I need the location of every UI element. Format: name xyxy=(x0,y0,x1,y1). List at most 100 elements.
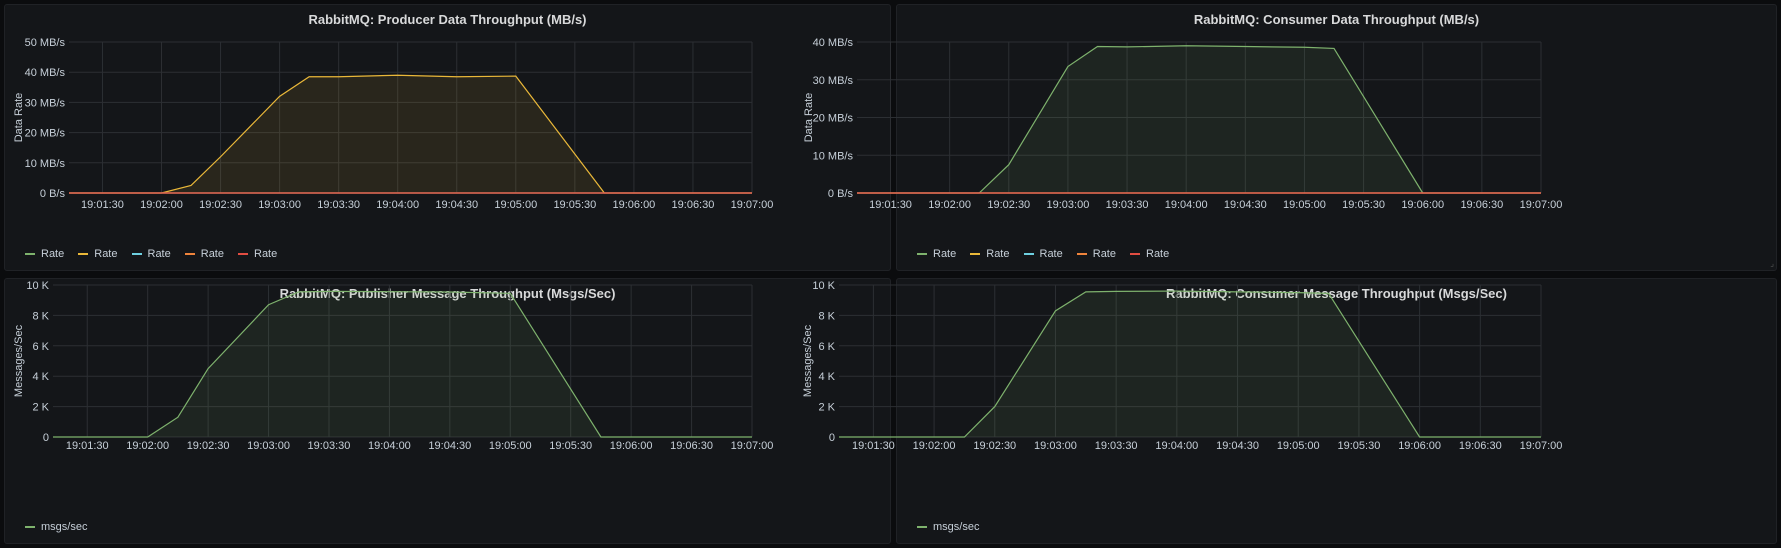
y-axis-label: Data Rate xyxy=(13,93,25,143)
legend-swatch xyxy=(1076,253,1087,255)
x-tick-label: 19:06:00 xyxy=(1398,440,1441,452)
legend-label: msgs/sec xyxy=(933,521,980,533)
x-tick-label: 19:02:00 xyxy=(928,199,971,211)
legend-item[interactable]: Rate xyxy=(131,248,171,260)
y-tick-label: 20 MB/s xyxy=(25,128,66,140)
series-area-0 xyxy=(839,291,1541,437)
y-tick-label: 10 MB/s xyxy=(813,150,854,162)
resize-handle[interactable]: ⌟ xyxy=(1770,259,1774,268)
x-tick-label: 19:04:00 xyxy=(1165,199,1208,211)
x-tick-label: 19:02:00 xyxy=(140,199,183,211)
x-tick-label: 19:05:30 xyxy=(1342,199,1385,211)
y-tick-label: 40 MB/s xyxy=(813,37,854,49)
x-tick-label: 19:01:30 xyxy=(852,440,895,452)
x-tick-label: 19:04:00 xyxy=(376,199,419,211)
x-tick-label: 19:03:30 xyxy=(308,440,351,452)
x-tick-label: 19:04:00 xyxy=(1155,440,1198,452)
x-tick-label: 19:07:00 xyxy=(731,440,774,452)
legend-label: Rate xyxy=(147,248,171,260)
y-axis-label: Data Rate xyxy=(803,93,815,143)
legend-label: Rate xyxy=(1092,248,1116,260)
x-tick-label: 19:05:30 xyxy=(549,440,592,452)
x-tick-label: 19:03:00 xyxy=(247,440,290,452)
legend-swatch xyxy=(1023,253,1034,255)
y-axis-label: Messages/Sec xyxy=(802,324,814,397)
legend-item[interactable]: Rate xyxy=(184,248,224,260)
x-tick-label: 19:02:30 xyxy=(987,199,1030,211)
legend-item[interactable]: Rate xyxy=(1130,248,1169,260)
legend-swatch xyxy=(25,253,35,255)
legend-item[interactable]: Rate xyxy=(238,248,277,260)
x-tick-label: 19:06:30 xyxy=(1460,199,1503,211)
legend-swatch xyxy=(131,253,142,255)
chart-producer-data: 0 B/s 10 MB/s 20 MB/s 30 MB/s 40 MB/s 50 MB/s… xyxy=(13,37,773,211)
y-tick-label: 20 MB/s xyxy=(813,113,854,125)
legend-swatch xyxy=(970,253,981,255)
y-tick-label: 4 K xyxy=(818,371,835,383)
y-tick-label: 30 MB/s xyxy=(25,97,66,109)
series-area-1 xyxy=(69,75,752,193)
legend-item[interactable]: Rate xyxy=(1023,248,1063,260)
legend-swatch xyxy=(184,253,195,255)
legend-item[interactable]: Rate xyxy=(970,248,1010,260)
x-tick-label: 19:02:30 xyxy=(199,199,242,211)
legend-label: Rate xyxy=(200,248,224,260)
x-tick-label: 19:02:00 xyxy=(126,440,169,452)
x-tick-label: 19:05:30 xyxy=(553,199,596,211)
x-tick-label: 19:06:30 xyxy=(672,199,715,211)
y-tick-label: 6 K xyxy=(818,341,835,353)
x-tick-label: 19:07:00 xyxy=(1520,440,1563,452)
series-area-0 xyxy=(53,291,752,437)
x-tick-label: 19:05:00 xyxy=(1283,199,1326,211)
x-tick-label: 19:05:00 xyxy=(494,199,537,211)
legend-item[interactable]: msgs/sec xyxy=(917,521,979,533)
legend-label: Rate xyxy=(254,248,278,260)
y-tick-label: 2 K xyxy=(818,402,835,414)
legend-label: Rate xyxy=(94,248,118,260)
legend-item[interactable]: msgs/sec xyxy=(25,521,87,533)
y-tick-label: 4 K xyxy=(32,371,49,383)
x-tick-label: 19:04:30 xyxy=(1216,440,1259,452)
series-area-0 xyxy=(857,45,1541,194)
x-tick-label: 19:03:30 xyxy=(1106,199,1149,211)
legend-item[interactable]: Rate xyxy=(1076,248,1116,260)
panel-publisher-msgs: RabbitMQ: Publisher Message Throughput (… xyxy=(4,278,891,544)
y-tick-label: 10 MB/s xyxy=(25,158,66,170)
x-tick-label: 19:04:30 xyxy=(428,440,471,452)
x-tick-label: 19:03:30 xyxy=(317,199,360,211)
legend-item[interactable]: Rate xyxy=(25,248,64,260)
legend-label: Rate xyxy=(933,248,957,260)
x-tick-label: 19:06:00 xyxy=(612,199,655,211)
x-tick-label: 19:02:30 xyxy=(187,440,230,452)
x-tick-label: 19:03:00 xyxy=(1047,199,1090,211)
legend: msgs/sec xyxy=(917,521,979,533)
y-tick-label: 2 K xyxy=(32,402,49,414)
legend-item[interactable]: Rate xyxy=(78,248,118,260)
y-tick-label: 8 K xyxy=(32,310,49,322)
legend-swatch xyxy=(917,526,927,528)
x-tick-label: 19:04:00 xyxy=(368,440,411,452)
x-tick-label: 19:05:00 xyxy=(1277,440,1320,452)
x-tick-label: 19:04:30 xyxy=(435,199,478,211)
legend-label: msgs/sec xyxy=(41,521,88,533)
y-tick-label: 0 xyxy=(43,432,49,444)
y-tick-label: 50 MB/s xyxy=(25,37,66,49)
x-tick-label: 19:06:00 xyxy=(610,440,653,452)
y-tick-label: 0 xyxy=(829,432,835,444)
panel-producer-data: RabbitMQ: Producer Data Throughput (MB/s… xyxy=(4,4,891,271)
panel-consumer-data: RabbitMQ: Consumer Data Throughput (MB/s… xyxy=(803,4,1777,271)
legend-item[interactable]: Rate xyxy=(917,248,956,260)
legend-swatch xyxy=(917,253,927,255)
y-tick-label: 0 B/s xyxy=(40,188,66,200)
x-tick-label: 19:06:00 xyxy=(1401,199,1444,211)
legend-label: Rate xyxy=(1039,248,1063,260)
legend-swatch xyxy=(25,526,35,528)
y-tick-label: 8 K xyxy=(818,310,835,322)
chart-consumer-msgs: 0 2 K 4 K 6 K 8 K 10 K 19:01:30 19:02:00 19:02:3… xyxy=(802,280,1563,452)
x-tick-label: 19:02:30 xyxy=(973,440,1016,452)
x-tick-label: 19:05:00 xyxy=(489,440,532,452)
x-tick-label: 19:04:30 xyxy=(1224,199,1267,211)
legend: msgs/sec xyxy=(25,521,87,533)
y-tick-label: 10 K xyxy=(26,280,49,292)
legend: Rate Rate Rate Rate Rate xyxy=(917,248,1169,260)
